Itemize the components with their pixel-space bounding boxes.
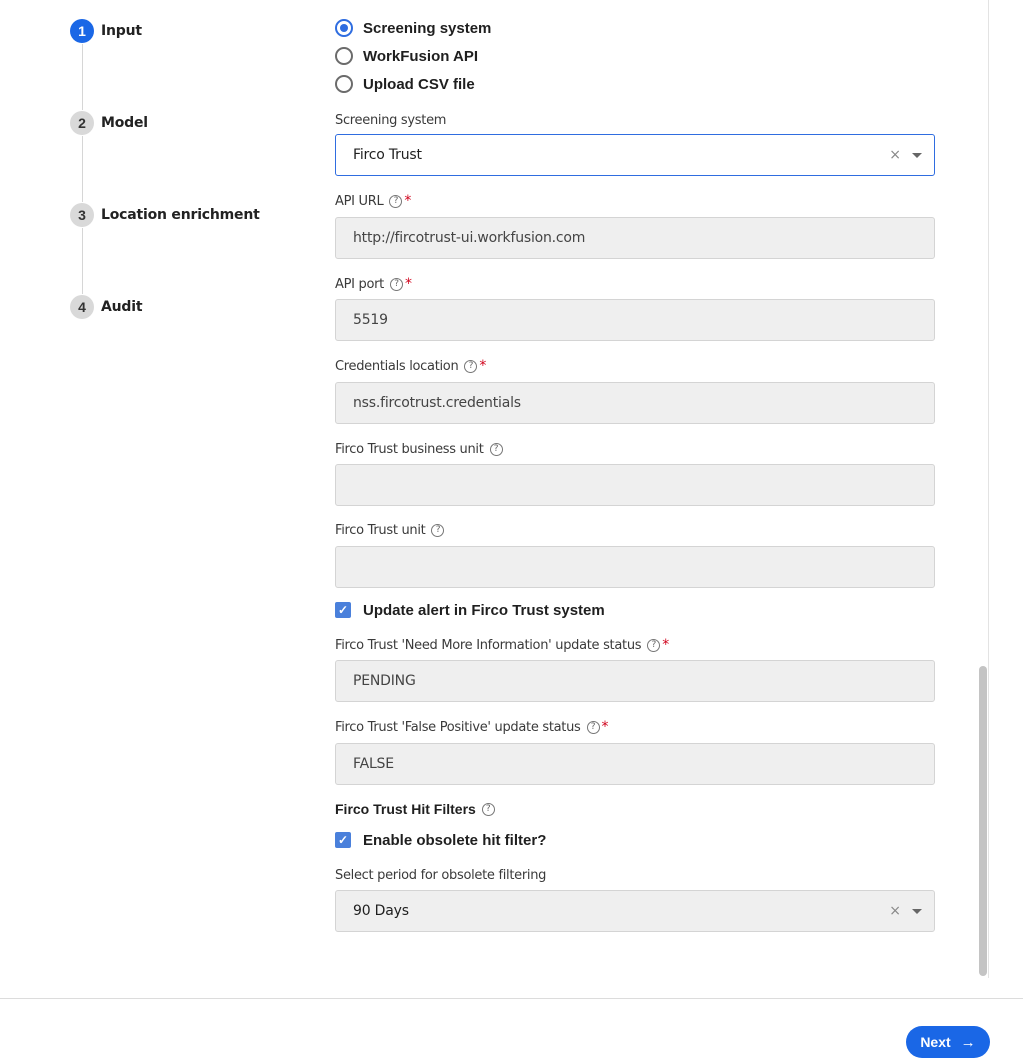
check-icon: ✓ (337, 833, 349, 847)
field-value: nss.fircotrust.credentials (353, 395, 521, 411)
stepper-connector (82, 136, 83, 202)
chevron-down-icon[interactable] (912, 152, 922, 158)
radio-label: WorkFusion API (363, 47, 479, 65)
radio-label: Upload CSV file (363, 75, 475, 93)
required-marker: * (662, 637, 669, 653)
checkbox-label: Update alert in Firco Trust system (363, 601, 605, 619)
field-value: PENDING (353, 673, 416, 689)
clear-icon[interactable]: × (888, 147, 902, 163)
field-value: FALSE (353, 756, 394, 772)
api-url-field[interactable]: http://fircotrust-ui.workfusion.com (335, 217, 935, 259)
help-icon[interactable]: ? (389, 194, 403, 208)
false-positive-label: Firco Trust 'False Positive' update stat… (335, 719, 609, 735)
period-label: Select period for obsolete filtering (335, 867, 547, 883)
step-number: 1 (70, 19, 94, 43)
hit-filters-title: Firco Trust Hit Filters ? (335, 801, 495, 817)
step-number: 3 (70, 203, 94, 227)
checkbox-checked[interactable]: ✓ (335, 832, 351, 848)
help-icon[interactable]: ? (586, 720, 600, 734)
business-unit-field[interactable] (335, 464, 935, 506)
step-label: Model (101, 115, 148, 131)
step-number: 4 (70, 295, 94, 319)
step-model[interactable]: 2 Model (70, 110, 148, 136)
step-audit[interactable]: 4 Audit (70, 294, 143, 320)
credentials-location-label: Credentials location ? * (335, 358, 487, 374)
required-marker: * (404, 276, 412, 292)
step-number: 2 (70, 111, 94, 135)
help-icon[interactable]: ? (464, 359, 478, 373)
chevron-down-icon[interactable] (912, 908, 922, 914)
select-value: Firco Trust (353, 147, 422, 163)
radio-upload-csv[interactable]: Upload CSV file (335, 73, 475, 95)
obsolete-filter-checkbox-row[interactable]: ✓ Enable obsolete hit filter? (335, 829, 546, 851)
stepper-connector (82, 44, 83, 110)
api-port-label: API port ? * (335, 276, 412, 292)
help-icon[interactable]: ? (389, 277, 403, 291)
step-label: Location enrichment (101, 207, 260, 223)
field-value: http://fircotrust-ui.workfusion.com (353, 230, 586, 246)
help-icon[interactable]: ? (431, 523, 445, 537)
unit-field[interactable] (335, 546, 935, 588)
need-more-info-label: Firco Trust 'Need More Information' upda… (335, 637, 669, 653)
api-url-label: API URL ? * (335, 193, 412, 209)
panel-border (988, 0, 989, 978)
need-more-info-field[interactable]: PENDING (335, 660, 935, 702)
select-value: 90 Days (353, 903, 409, 919)
radio-workfusion-api[interactable]: WorkFusion API (335, 45, 478, 67)
radio-button[interactable] (335, 47, 353, 65)
credentials-location-field[interactable]: nss.fircotrust.credentials (335, 382, 935, 424)
screening-system-label: Screening system (335, 112, 447, 128)
help-icon[interactable]: ? (481, 802, 495, 816)
next-button[interactable]: Next → (906, 1026, 990, 1058)
radio-button[interactable] (335, 75, 353, 93)
stepper-connector (82, 228, 83, 294)
check-icon: ✓ (337, 603, 349, 617)
next-button-label: Next (920, 1034, 951, 1050)
business-unit-label: Firco Trust business unit ? (335, 441, 503, 457)
arrow-right-icon: → (960, 1033, 976, 1051)
api-port-field[interactable]: 5519 (335, 299, 935, 341)
step-label: Audit (101, 299, 143, 315)
help-icon[interactable]: ? (489, 442, 503, 456)
false-positive-field[interactable]: FALSE (335, 743, 935, 785)
footer-divider (0, 998, 1023, 999)
period-select[interactable]: 90 Days × (335, 890, 935, 932)
radio-screening-system[interactable]: Screening system (335, 17, 491, 39)
checkbox-label: Enable obsolete hit filter? (363, 831, 547, 849)
checkbox-checked[interactable]: ✓ (335, 602, 351, 618)
unit-label: Firco Trust unit ? (335, 522, 445, 538)
help-icon[interactable]: ? (647, 638, 661, 652)
field-value: 5519 (353, 312, 388, 328)
required-marker: * (479, 358, 487, 374)
step-label: Input (101, 23, 142, 39)
step-location-enrichment[interactable]: 3 Location enrichment (70, 202, 260, 228)
radio-button-checked[interactable] (335, 19, 353, 37)
scrollbar-thumb[interactable] (979, 666, 987, 976)
update-alert-checkbox-row[interactable]: ✓ Update alert in Firco Trust system (335, 599, 605, 621)
screening-system-select[interactable]: Firco Trust × (335, 134, 935, 176)
required-marker: * (601, 719, 609, 735)
required-marker: * (404, 193, 412, 209)
radio-label: Screening system (363, 19, 492, 37)
clear-icon[interactable]: × (888, 903, 902, 919)
step-input[interactable]: 1 Input (70, 18, 142, 44)
